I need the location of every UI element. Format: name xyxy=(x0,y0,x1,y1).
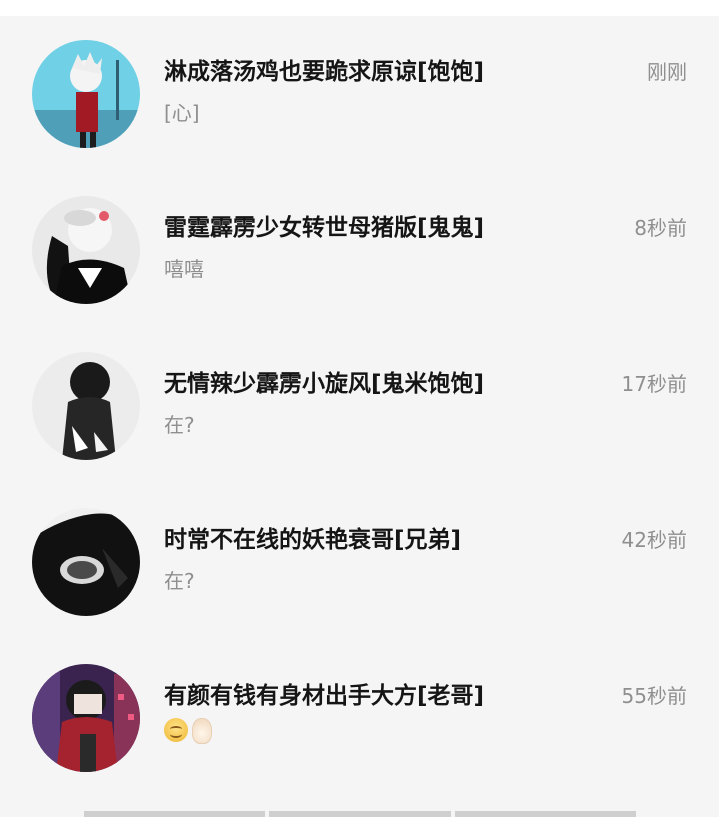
bottom-tab-bar xyxy=(84,811,636,817)
chat-name: 雷霆霹雳少女转世母猪版[鬼鬼] xyxy=(164,215,485,241)
chat-list: 淋成落汤鸡也要跪求原谅[饱饱] 刚刚 [心] 雷霆霹雳少女转世母猪版[鬼鬼] 8… xyxy=(0,16,719,796)
chat-time: 55秒前 xyxy=(621,684,687,708)
chat-preview xyxy=(164,718,212,744)
smile-emoji-icon xyxy=(164,718,188,742)
anime-boy-city-avatar-icon[interactable] xyxy=(32,664,140,772)
ok-hand-emoji-icon xyxy=(192,718,212,744)
dark-silhouette-avatar-icon[interactable] xyxy=(32,508,140,616)
chat-name: 淋成落汤鸡也要跪求原谅[饱饱] xyxy=(164,59,485,85)
anime-girl-masked-avatar-icon[interactable] xyxy=(32,196,140,304)
chat-name: 有颜有钱有身材出手大方[老哥] xyxy=(164,683,485,709)
chat-time: 8秒前 xyxy=(634,216,687,240)
chat-time: 刚刚 xyxy=(647,60,687,84)
tab-indicator[interactable] xyxy=(84,811,266,817)
tab-indicator[interactable] xyxy=(269,811,451,817)
chat-list-item[interactable]: 雷霆霹雳少女转世母猪版[鬼鬼] 8秒前 嘻嘻 xyxy=(0,172,719,328)
anime-boy-avatar-icon[interactable] xyxy=(32,40,140,148)
status-strip xyxy=(0,0,719,16)
silhouette-avatar-icon[interactable] xyxy=(32,352,140,460)
chat-preview: 在? xyxy=(164,569,195,593)
chat-preview: 嘻嘻 xyxy=(164,257,204,281)
chat-name: 时常不在线的妖艳衰哥[兄弟] xyxy=(164,527,462,553)
tab-indicator[interactable] xyxy=(454,811,636,817)
chat-list-item[interactable]: 有颜有钱有身材出手大方[老哥] 55秒前 xyxy=(0,640,719,796)
chat-time: 17秒前 xyxy=(621,372,687,396)
chat-name: 无情辣少霹雳小旋风[鬼米饱饱] xyxy=(164,371,485,397)
chat-preview: [心] xyxy=(164,101,200,125)
chat-time: 42秒前 xyxy=(621,528,687,552)
chat-preview: 在? xyxy=(164,413,195,437)
chat-list-item[interactable]: 淋成落汤鸡也要跪求原谅[饱饱] 刚刚 [心] xyxy=(0,16,719,172)
chat-list-item[interactable]: 时常不在线的妖艳衰哥[兄弟] 42秒前 在? xyxy=(0,484,719,640)
chat-list-item[interactable]: 无情辣少霹雳小旋风[鬼米饱饱] 17秒前 在? xyxy=(0,328,719,484)
